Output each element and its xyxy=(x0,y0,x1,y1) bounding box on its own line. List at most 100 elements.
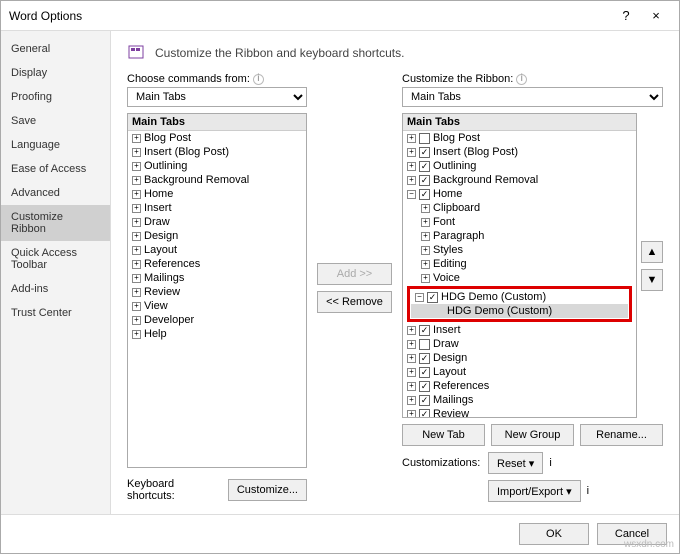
command-item[interactable]: +References xyxy=(128,257,306,271)
expand-icon[interactable]: + xyxy=(407,148,416,157)
command-item[interactable]: +Review xyxy=(128,285,306,299)
expand-icon[interactable]: + xyxy=(421,204,430,213)
sidebar-item-language[interactable]: Language xyxy=(1,133,110,157)
sidebar-item-ease-of-access[interactable]: Ease of Access xyxy=(1,157,110,181)
checkbox[interactable]: ✓ xyxy=(419,395,430,406)
tree-item[interactable]: +✓References xyxy=(403,379,636,393)
command-item[interactable]: +Design xyxy=(128,229,306,243)
expand-icon[interactable]: + xyxy=(407,354,416,363)
expand-icon[interactable]: + xyxy=(407,382,416,391)
sidebar-item-proofing[interactable]: Proofing xyxy=(1,85,110,109)
new-tab-button[interactable]: New Tab xyxy=(402,424,485,446)
tree-item[interactable]: +✓Insert (Blog Post) xyxy=(403,145,636,159)
expand-icon[interactable]: + xyxy=(407,340,416,349)
command-item[interactable]: +Layout xyxy=(128,243,306,257)
command-item[interactable]: +Draw xyxy=(128,215,306,229)
command-item[interactable]: +Developer xyxy=(128,313,306,327)
rename-button[interactable]: Rename... xyxy=(580,424,663,446)
expand-icon[interactable]: + xyxy=(421,218,430,227)
tree-item[interactable]: +✓Layout xyxy=(403,365,636,379)
checkbox[interactable]: ✓ xyxy=(419,189,430,200)
tree-item[interactable]: +✓Background Removal xyxy=(403,173,636,187)
checkbox[interactable]: ✓ xyxy=(427,292,438,303)
expand-icon[interactable]: + xyxy=(421,246,430,255)
remove-button[interactable]: << Remove xyxy=(317,291,392,313)
expand-icon[interactable]: + xyxy=(132,274,141,283)
customize-ribbon-combo[interactable]: Main Tabs xyxy=(402,87,663,107)
checkbox[interactable]: ✓ xyxy=(419,367,430,378)
command-item[interactable]: +Blog Post xyxy=(128,131,306,145)
new-group-button[interactable]: New Group xyxy=(491,424,574,446)
sidebar-item-quick-access-toolbar[interactable]: Quick Access Toolbar xyxy=(1,241,110,277)
expand-icon[interactable]: + xyxy=(407,368,416,377)
expand-icon[interactable]: + xyxy=(132,330,141,339)
tree-item-custom-tab[interactable]: − ✓ HDG Demo (Custom) xyxy=(411,290,628,304)
ok-button[interactable]: OK xyxy=(519,523,589,545)
checkbox[interactable] xyxy=(419,133,430,144)
expand-icon[interactable]: + xyxy=(132,246,141,255)
expand-icon[interactable]: + xyxy=(132,316,141,325)
sidebar-item-save[interactable]: Save xyxy=(1,109,110,133)
sidebar-item-display[interactable]: Display xyxy=(1,61,110,85)
checkbox[interactable]: ✓ xyxy=(419,381,430,392)
expand-icon[interactable]: + xyxy=(407,176,416,185)
expand-icon[interactable]: + xyxy=(132,148,141,157)
tree-item[interactable]: +✓Design xyxy=(403,351,636,365)
expand-icon[interactable]: + xyxy=(132,260,141,269)
sidebar-item-add-ins[interactable]: Add-ins xyxy=(1,277,110,301)
checkbox[interactable] xyxy=(419,339,430,350)
info-icon[interactable]: i xyxy=(587,485,589,497)
tree-group-item[interactable]: +Font xyxy=(403,215,636,229)
sidebar-item-general[interactable]: General xyxy=(1,37,110,61)
info-icon[interactable]: i xyxy=(253,74,264,85)
expand-icon[interactable]: + xyxy=(132,162,141,171)
tree-group-item[interactable]: +Clipboard xyxy=(403,201,636,215)
checkbox[interactable]: ✓ xyxy=(419,409,430,419)
expand-icon[interactable]: + xyxy=(407,396,416,405)
sidebar-item-advanced[interactable]: Advanced xyxy=(1,181,110,205)
expand-icon[interactable]: + xyxy=(407,134,416,143)
expand-icon[interactable]: + xyxy=(407,410,416,419)
tree-group-item[interactable]: +Paragraph xyxy=(403,229,636,243)
checkbox[interactable]: ✓ xyxy=(419,175,430,186)
sidebar-item-trust-center[interactable]: Trust Center xyxy=(1,301,110,325)
tree-item[interactable]: +✓Review xyxy=(403,407,636,418)
tree-item[interactable]: +Blog Post xyxy=(403,131,636,145)
tree-item[interactable]: +✓Mailings xyxy=(403,393,636,407)
tree-item[interactable]: +Draw xyxy=(403,337,636,351)
expand-icon[interactable]: + xyxy=(421,274,430,283)
commands-listbox[interactable]: Main Tabs +Blog Post+Insert (Blog Post)+… xyxy=(127,113,307,468)
command-item[interactable]: +Outlining xyxy=(128,159,306,173)
sidebar-item-customize-ribbon[interactable]: Customize Ribbon xyxy=(1,205,110,241)
info-icon[interactable]: i xyxy=(549,457,551,469)
choose-commands-combo[interactable]: Main Tabs xyxy=(127,87,307,107)
move-down-button[interactable]: ▼ xyxy=(641,269,663,291)
command-item[interactable]: +Background Removal xyxy=(128,173,306,187)
expand-icon[interactable]: + xyxy=(132,176,141,185)
expand-icon[interactable]: + xyxy=(407,162,416,171)
expand-icon[interactable]: + xyxy=(132,134,141,143)
reset-button[interactable]: Reset ▾ xyxy=(488,452,543,474)
help-button[interactable]: ? xyxy=(611,8,641,23)
command-item[interactable]: +Insert (Blog Post) xyxy=(128,145,306,159)
command-item[interactable]: +Mailings xyxy=(128,271,306,285)
expand-icon[interactable]: + xyxy=(421,232,430,241)
add-button[interactable]: Add >> xyxy=(317,263,392,285)
expand-icon[interactable]: + xyxy=(132,204,141,213)
expand-icon[interactable]: + xyxy=(132,190,141,199)
collapse-icon[interactable]: − xyxy=(415,293,424,302)
close-button[interactable]: × xyxy=(641,8,671,23)
command-item[interactable]: +Home xyxy=(128,187,306,201)
info-icon[interactable]: i xyxy=(516,74,527,85)
ribbon-tree[interactable]: Main Tabs +Blog Post+✓Insert (Blog Post)… xyxy=(402,113,637,418)
tree-group-item[interactable]: +Voice xyxy=(403,271,636,285)
tree-item-home[interactable]: − ✓ Home xyxy=(403,187,636,201)
expand-icon[interactable]: + xyxy=(132,218,141,227)
command-item[interactable]: +Insert xyxy=(128,201,306,215)
checkbox[interactable]: ✓ xyxy=(419,353,430,364)
collapse-icon[interactable]: − xyxy=(407,190,416,199)
tree-item-custom-group[interactable]: HDG Demo (Custom) xyxy=(411,304,628,318)
tree-item[interactable]: +✓Outlining xyxy=(403,159,636,173)
tree-group-item[interactable]: +Styles xyxy=(403,243,636,257)
expand-icon[interactable]: + xyxy=(407,326,416,335)
